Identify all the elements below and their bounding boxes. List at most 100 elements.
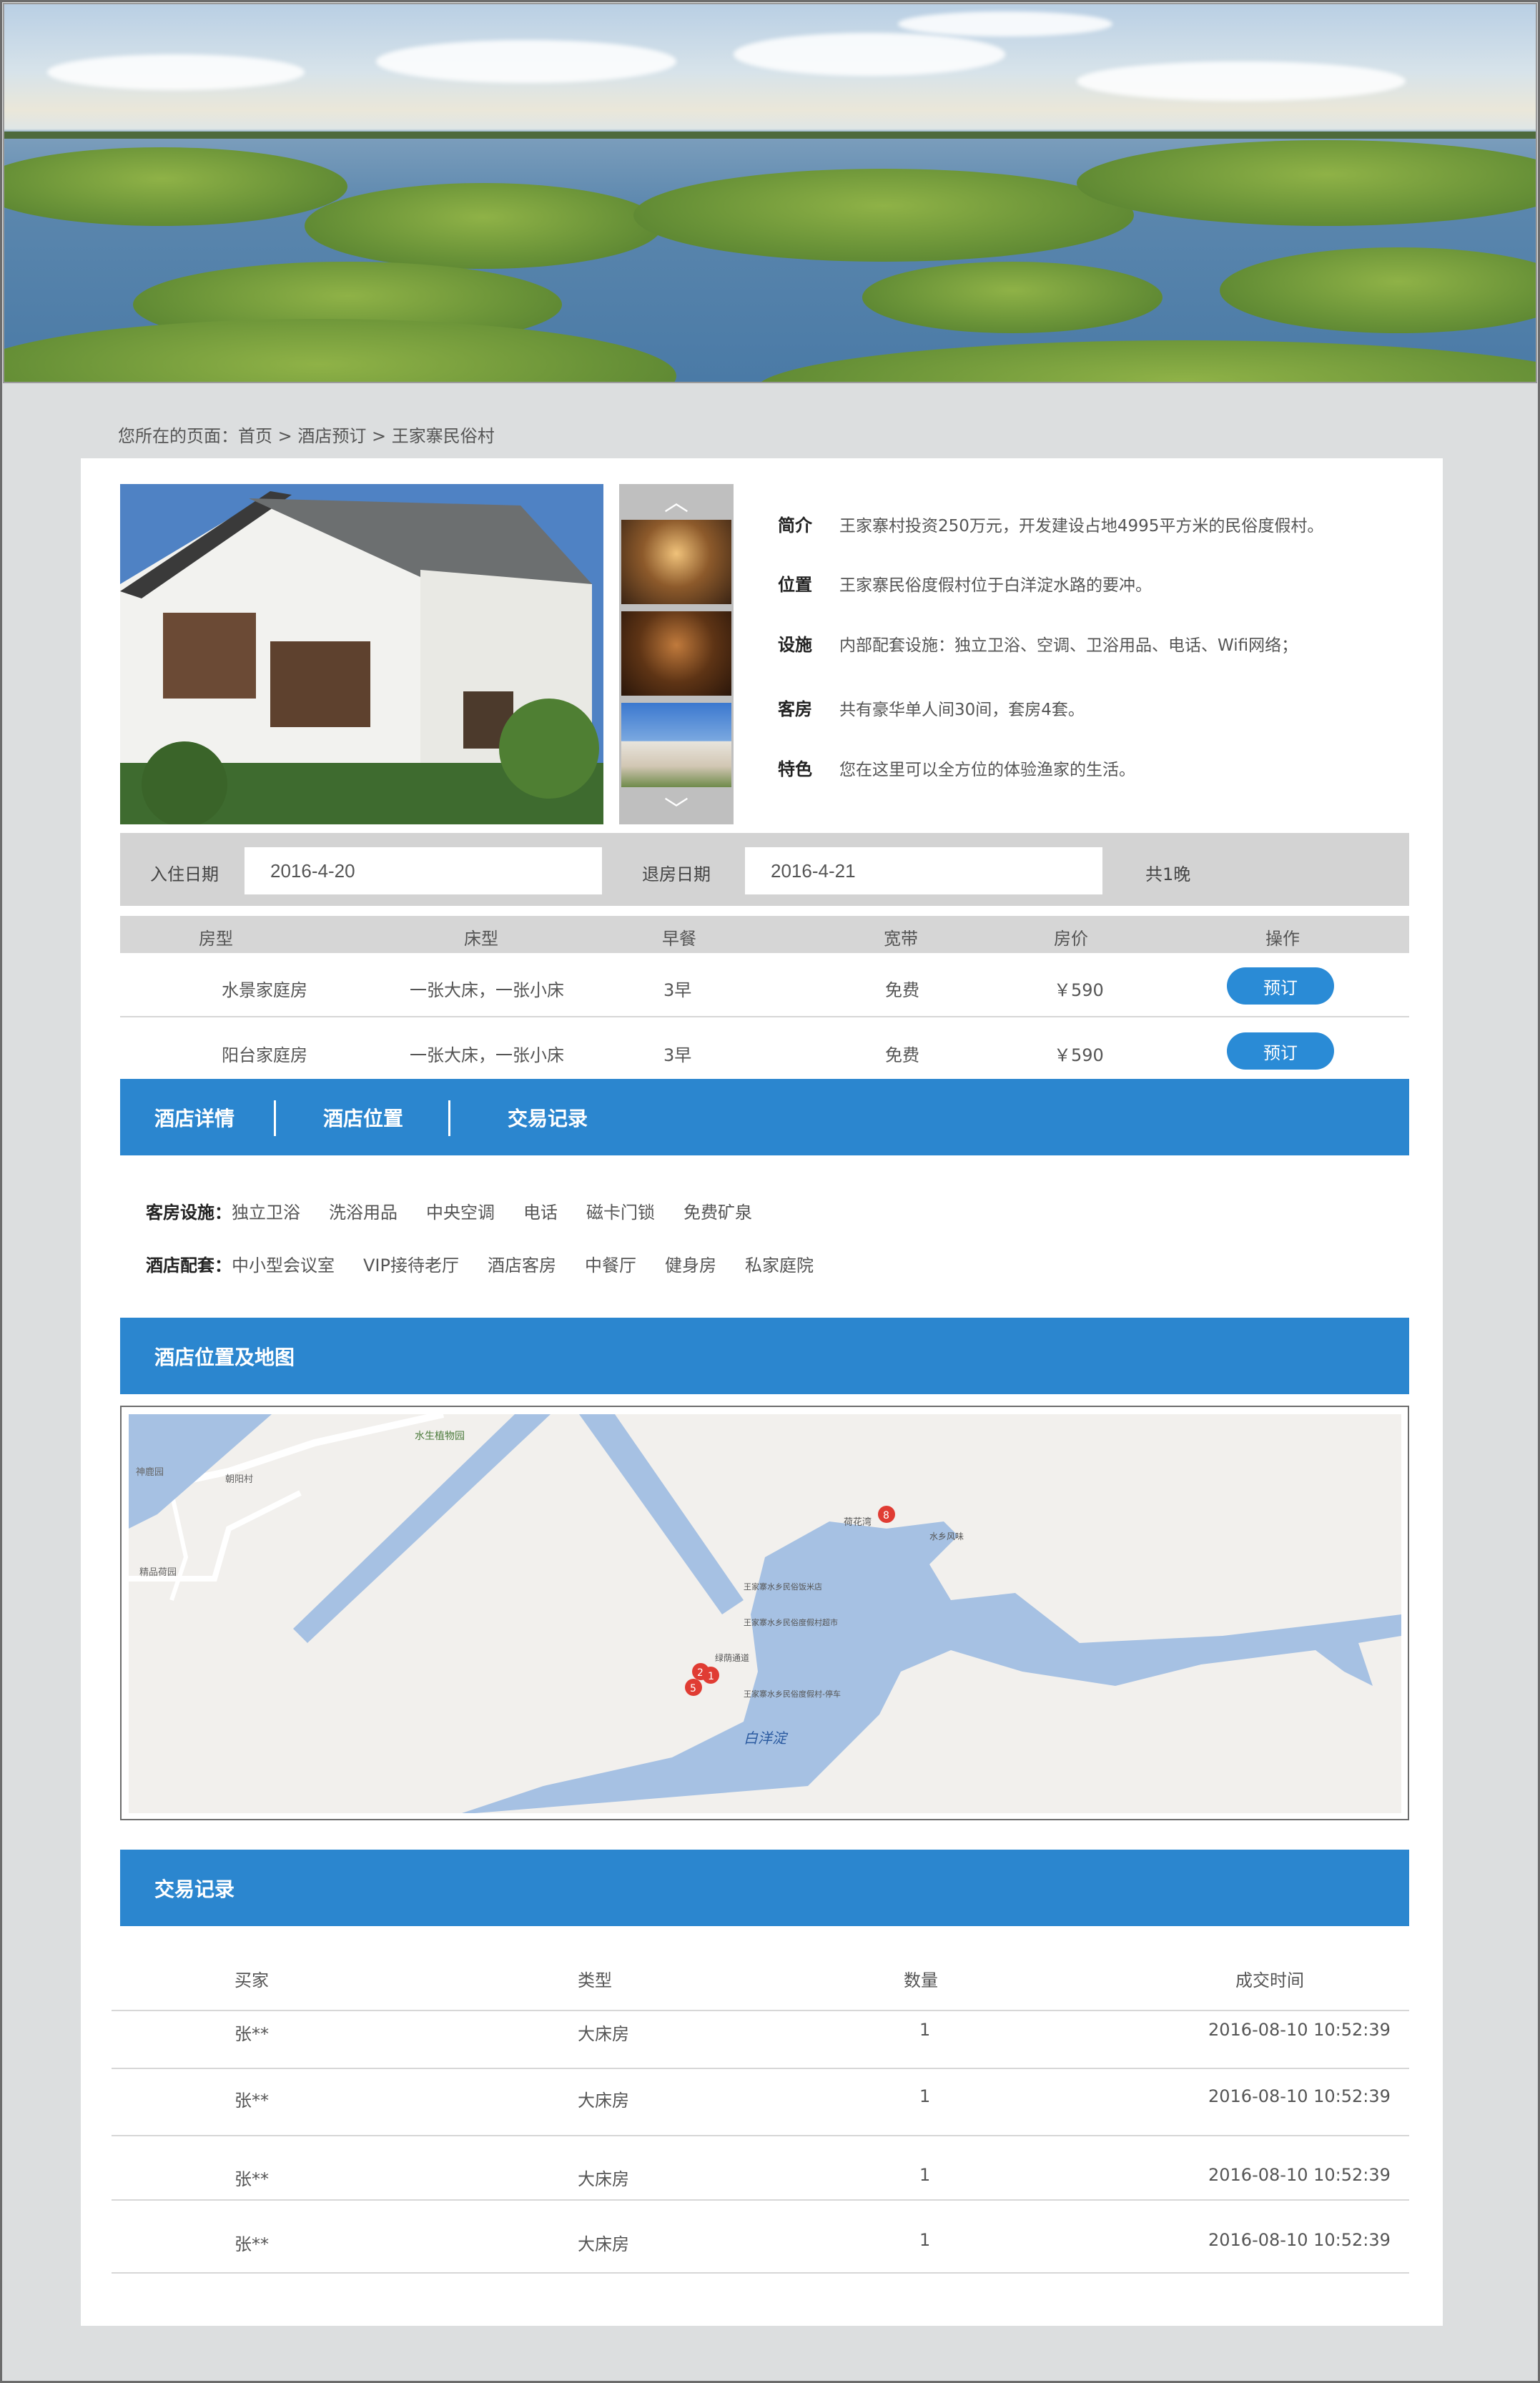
map-label-lujing: 绿荫通道 bbox=[715, 1652, 749, 1663]
room-type: 水景家庭房 bbox=[222, 980, 307, 1000]
trade-qty: 1 bbox=[919, 2086, 931, 2106]
checkout-date-input[interactable] bbox=[745, 847, 1102, 894]
trade-qty: 1 bbox=[919, 2165, 931, 2185]
trade-type: 大床房 bbox=[578, 2169, 629, 2189]
thumb-down-arrow-icon[interactable]: ﹀ bbox=[619, 791, 734, 824]
map-label-wj3: 王家寨水乡民俗度假村-停车 bbox=[744, 1689, 841, 1699]
map-label-plant-garden: 水生植物园 bbox=[415, 1431, 465, 1442]
breadcrumb-prefix: 您所在的页面： bbox=[118, 426, 238, 446]
map-section-header: 酒店位置及地图 bbox=[120, 1318, 1409, 1394]
trade-time: 2016-08-10 10:52:39 bbox=[1208, 2086, 1391, 2106]
tab-transactions[interactable]: 交易记录 bbox=[508, 1103, 588, 1132]
trade-type: 大床房 bbox=[578, 2091, 629, 2111]
trade-type: 大床房 bbox=[578, 2234, 629, 2254]
checkin-date-input[interactable] bbox=[245, 847, 602, 894]
map-label-hehua: 荷花湾 bbox=[844, 1516, 872, 1528]
info-value: 内部配套设施：独立卫浴、空调、卫浴用品、电话、Wifi网络； bbox=[839, 636, 1298, 655]
hotel-map[interactable]: 水生植物园 神鹿园 朝阳村 精品荷园 荷花湾 水乡风味 王家寨水乡民俗饭米店 王… bbox=[120, 1406, 1409, 1820]
info-intro: 简介 王家寨村投资250万元，开发建设占地4995平方米的民俗度假村。 bbox=[778, 511, 1323, 536]
facility-item: 免费矿泉 bbox=[683, 1203, 752, 1223]
checkin-label: 入住日期 bbox=[150, 864, 219, 884]
map-label-chaoyang: 朝阳村 bbox=[225, 1474, 253, 1485]
thumb-up-arrow-icon[interactable]: ︿ bbox=[619, 484, 734, 517]
trade-buyer: 张** bbox=[235, 2024, 269, 2044]
room-facilities: 客房设施：独立卫浴 洗浴用品 中央空调 电话 磁卡门锁 免费矿泉 bbox=[146, 1198, 781, 1223]
book-button[interactable]: 预订 bbox=[1227, 1032, 1334, 1070]
amenity-item: 酒店客房 bbox=[487, 1255, 556, 1276]
map-pin-label: 1 bbox=[708, 1671, 714, 1682]
info-rooms: 客房 共有豪华单人间30间，套房4套。 bbox=[778, 695, 1085, 720]
amenity-item: 私家庭院 bbox=[744, 1255, 814, 1276]
banner-image bbox=[3, 3, 1537, 383]
room-row: 阳台家庭房 一张大床，一张小床 3早 免费 ￥590 预订 bbox=[120, 1018, 1409, 1082]
col-deal-time: 成交时间 bbox=[1235, 1970, 1304, 1990]
room-bed: 一张大床，一张小床 bbox=[410, 980, 564, 1000]
breadcrumb-separator: > bbox=[272, 426, 298, 446]
thumbnail-2[interactable] bbox=[621, 611, 731, 696]
breadcrumb-booking-link[interactable]: 酒店预订 bbox=[297, 426, 366, 446]
facility-item: 中央空调 bbox=[426, 1203, 495, 1223]
breadcrumb-current: 王家寨民俗村 bbox=[391, 426, 495, 446]
map-pin-label: 8 bbox=[883, 1510, 889, 1521]
amenity-item: 中餐厅 bbox=[584, 1255, 636, 1276]
room-price: ￥590 bbox=[1054, 980, 1104, 1000]
col-action: 操作 bbox=[1265, 929, 1300, 949]
amenity-item: VIP接待老厅 bbox=[363, 1255, 459, 1276]
info-key: 设施 bbox=[778, 635, 812, 655]
map-label-lake: 白洋淀 bbox=[744, 1730, 789, 1747]
tab-hotel-location[interactable]: 酒店位置 bbox=[323, 1103, 403, 1132]
col-buyer: 买家 bbox=[235, 1970, 269, 1990]
col-bed-type: 床型 bbox=[464, 929, 498, 949]
info-value: 王家寨村投资250万元，开发建设占地4995平方米的民俗度假村。 bbox=[839, 517, 1324, 536]
info-key: 位置 bbox=[778, 575, 812, 595]
room-row: 水景家庭房 一张大床，一张小床 3早 免费 ￥590 预订 bbox=[120, 953, 1409, 1017]
rooms-table-header: 房型 床型 早餐 宽带 房价 操作 bbox=[120, 916, 1409, 953]
facility-item: 洗浴用品 bbox=[329, 1203, 398, 1223]
hotel-amenities: 酒店配套：中小型会议室 VIP接待老厅 酒店客房 中餐厅 健身房 私家庭院 bbox=[146, 1251, 842, 1276]
thumbnail-strip: ︿ ﹀ bbox=[619, 484, 734, 824]
thumbnail-3[interactable] bbox=[621, 703, 731, 787]
breadcrumb-separator: > bbox=[366, 426, 392, 446]
info-key: 简介 bbox=[778, 515, 812, 536]
table-divider bbox=[112, 2199, 1409, 2201]
info-value: 您在这里可以全方位的体验渔家的生活。 bbox=[839, 761, 1135, 779]
trade-qty: 1 bbox=[919, 2020, 931, 2040]
info-location: 位置 王家寨民俗度假村位于白洋淀水路的要冲。 bbox=[778, 571, 1152, 596]
thumbnail-1[interactable] bbox=[621, 520, 731, 604]
facility-item: 电话 bbox=[523, 1203, 558, 1223]
amenities-label: 酒店配套： bbox=[146, 1255, 232, 1276]
col-quantity: 数量 bbox=[904, 1970, 938, 1990]
col-breakfast: 早餐 bbox=[662, 929, 696, 949]
map-label-shuixiang: 水乡风味 bbox=[929, 1531, 964, 1541]
table-divider bbox=[112, 2272, 1409, 2274]
room-breakfast: 3早 bbox=[663, 1045, 692, 1065]
tab-hotel-details[interactable]: 酒店详情 bbox=[154, 1103, 235, 1132]
trade-buyer: 张** bbox=[235, 2234, 269, 2254]
map-label-jingpin: 精品荷园 bbox=[139, 1567, 177, 1578]
breadcrumb-home-link[interactable]: 首页 bbox=[238, 426, 272, 446]
room-price: ￥590 bbox=[1054, 1045, 1104, 1065]
trade-qty: 1 bbox=[919, 2230, 931, 2250]
info-value: 王家寨民俗度假村位于白洋淀水路的要冲。 bbox=[839, 576, 1152, 595]
info-key: 客房 bbox=[778, 699, 812, 719]
checkout-label: 退房日期 bbox=[642, 864, 711, 884]
book-button[interactable]: 预订 bbox=[1227, 967, 1334, 1005]
room-breakfast: 3早 bbox=[663, 980, 692, 1000]
detail-tabs: 酒店详情 酒店位置 交易记录 bbox=[120, 1079, 1409, 1155]
date-bar: 入住日期 退房日期 共1晚 bbox=[120, 833, 1409, 906]
room-type: 阳台家庭房 bbox=[222, 1045, 307, 1065]
trade-time: 2016-08-10 10:52:39 bbox=[1208, 2020, 1391, 2040]
room-broadband: 免费 bbox=[885, 980, 919, 1000]
nights-count: 共1晚 bbox=[1145, 864, 1191, 884]
trade-buyer: 张** bbox=[235, 2091, 269, 2111]
trade-time: 2016-08-10 10:52:39 bbox=[1208, 2165, 1391, 2185]
hotel-main-photo bbox=[120, 484, 603, 824]
facilities-label: 客房设施： bbox=[146, 1203, 232, 1223]
info-features: 特色 您在这里可以全方位的体验渔家的生活。 bbox=[778, 755, 1135, 780]
info-value: 共有豪华单人间30间，套房4套。 bbox=[839, 701, 1085, 719]
col-room-type: 房型 bbox=[199, 929, 233, 949]
room-bed: 一张大床，一张小床 bbox=[410, 1045, 564, 1065]
table-divider bbox=[112, 2135, 1409, 2136]
breadcrumb: 您所在的页面：首页 > 酒店预订 > 王家寨民俗村 bbox=[118, 422, 495, 447]
map-label-wj2: 王家寨水乡民俗度假村超市 bbox=[744, 1617, 838, 1627]
